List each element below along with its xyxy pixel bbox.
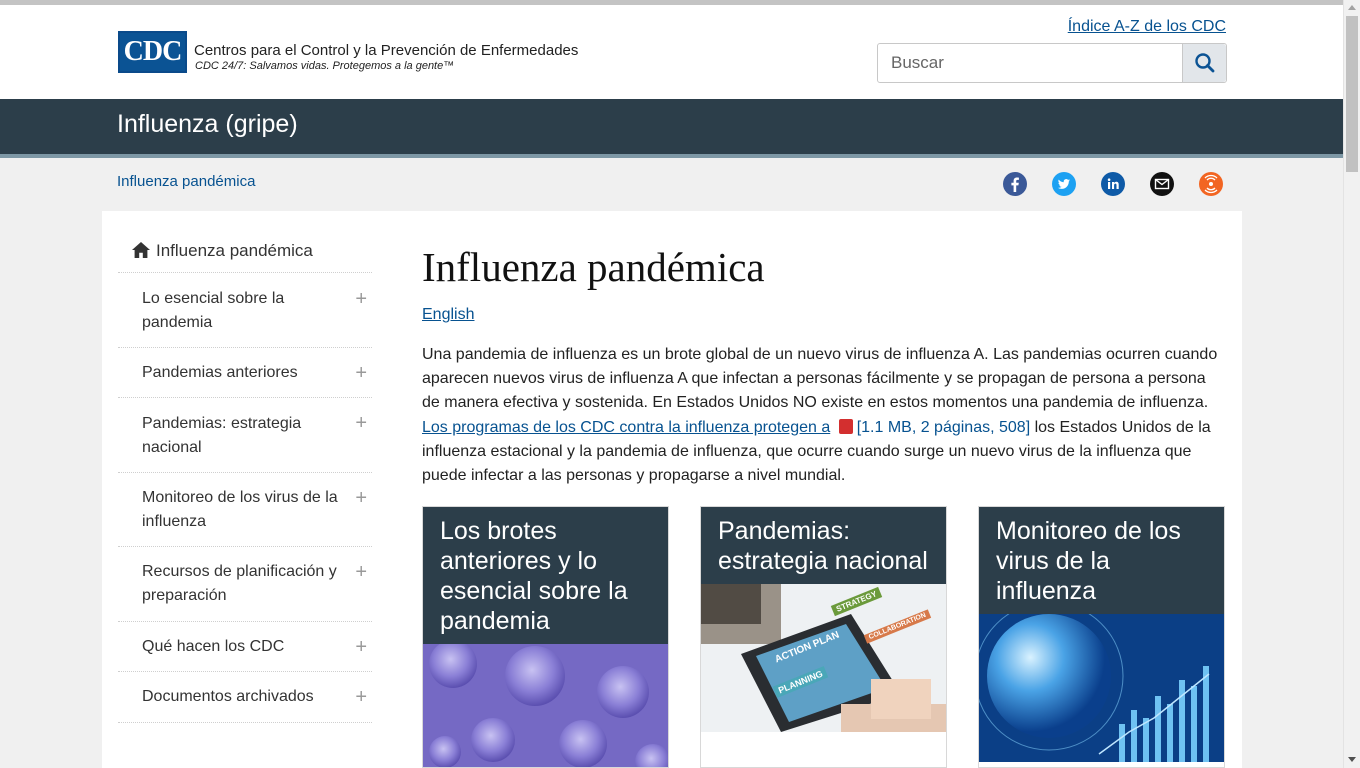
breadcrumb[interactable]: Influenza pandémica <box>117 173 255 190</box>
card-brotes[interactable]: Los brotes anteriores y lo esencial sobr… <box>422 506 669 768</box>
pdf-icon <box>838 418 853 434</box>
planning-image: ACTION PLAN STRATEGY COLLABORATION PLANN… <box>701 584 946 732</box>
card-estrategia[interactable]: Pandemias: estrategia nacional ACTION PL… <box>700 506 947 768</box>
sidenav-item-anteriores[interactable]: Pandemias anteriores + <box>118 348 372 398</box>
vertical-scrollbar[interactable] <box>1343 0 1360 768</box>
sidenav-item-que-hacen[interactable]: Qué hacen los CDC + <box>118 622 372 672</box>
banner-divider <box>0 154 1343 158</box>
sidenav-item-esencial[interactable]: Lo esencial sobre la pandemia + <box>118 273 372 348</box>
intro-text: Una pandemia de influenza es un brote gl… <box>422 346 1218 412</box>
sidenav-item-label: Lo esencial sobre la pandemia <box>142 290 285 331</box>
sidenav-item-estrategia[interactable]: Pandemias: estrategia nacional + <box>118 398 372 473</box>
tagline: CDC 24/7: Salvamos vidas. Protegemos a l… <box>195 60 455 72</box>
sidenav-home[interactable]: Influenza pandémica <box>118 229 372 273</box>
twitter-icon[interactable] <box>1052 172 1076 196</box>
syndicate-icon[interactable] <box>1199 172 1223 196</box>
cdc-logo[interactable]: CDC <box>118 31 187 73</box>
cdc-programs-link[interactable]: Los programas de los CDC contra la influ… <box>422 419 830 436</box>
expand-plus-icon[interactable]: + <box>355 289 367 309</box>
az-index-link[interactable]: Índice A-Z de los CDC <box>1068 18 1226 36</box>
sidenav-item-recursos[interactable]: Recursos de planificación y preparación … <box>118 547 372 622</box>
expand-plus-icon[interactable]: + <box>355 488 367 508</box>
section-banner: Influenza (gripe) <box>0 99 1343 154</box>
sidenav-item-label: Recursos de planificación y preparación <box>142 563 337 604</box>
card-title[interactable]: Los brotes anteriores y lo esencial sobr… <box>423 507 668 644</box>
sidenav-item-archivados[interactable]: Documentos archivados + <box>118 672 372 723</box>
sidenav-item-monitoreo[interactable]: Monitoreo de los virus de la influenza + <box>118 473 372 547</box>
scroll-up-arrow-icon[interactable] <box>1348 5 1356 10</box>
expand-plus-icon[interactable]: + <box>355 687 367 707</box>
scroll-down-arrow-icon[interactable] <box>1348 757 1356 762</box>
sidenav-item-label: Qué hacen los CDC <box>142 638 285 655</box>
expand-plus-icon[interactable]: + <box>355 413 367 433</box>
search-box <box>877 43 1227 83</box>
search-input[interactable] <box>878 44 1183 82</box>
sidenav-item-label: Pandemias: estrategia nacional <box>142 415 302 456</box>
site-header: CDC Centros para el Control y la Prevenc… <box>0 5 1343 99</box>
expand-plus-icon[interactable]: + <box>355 363 367 383</box>
card-monitoreo[interactable]: Monitoreo de los virus de la influenza <box>978 506 1225 768</box>
page-title: Influenza pandémica <box>422 244 765 290</box>
search-icon <box>1195 53 1215 73</box>
org-name[interactable]: Centros para el Control y la Prevención … <box>194 42 578 59</box>
expand-plus-icon[interactable]: + <box>355 637 367 657</box>
facebook-icon[interactable] <box>1003 172 1027 196</box>
email-icon[interactable] <box>1150 172 1174 196</box>
pdf-meta: [1.1 MB, 2 páginas, 508] <box>856 418 1031 436</box>
sidenav-item-label: Documentos archivados <box>142 688 314 705</box>
section-title[interactable]: Influenza (gripe) <box>117 110 298 139</box>
search-button[interactable] <box>1182 44 1226 82</box>
virus-image <box>423 644 668 767</box>
english-link[interactable]: English <box>422 306 474 324</box>
sidenav-item-label: Pandemias anteriores <box>142 364 298 381</box>
home-icon <box>132 242 150 258</box>
sidenav-home-label: Influenza pandémica <box>156 241 313 260</box>
scrollbar-thumb[interactable] <box>1346 16 1358 172</box>
expand-plus-icon[interactable]: + <box>355 562 367 582</box>
card-title[interactable]: Monitoreo de los virus de la influenza <box>979 507 1224 614</box>
sidenav-item-label: Monitoreo de los virus de la influenza <box>142 489 338 530</box>
side-navigation: Influenza pandémica Lo esencial sobre la… <box>118 229 372 723</box>
globe-image <box>979 614 1224 762</box>
linkedin-icon[interactable] <box>1101 172 1125 196</box>
intro-paragraph: Una pandemia de influenza es un brote gl… <box>422 343 1227 488</box>
card-title[interactable]: Pandemias: estrategia nacional <box>701 507 946 584</box>
